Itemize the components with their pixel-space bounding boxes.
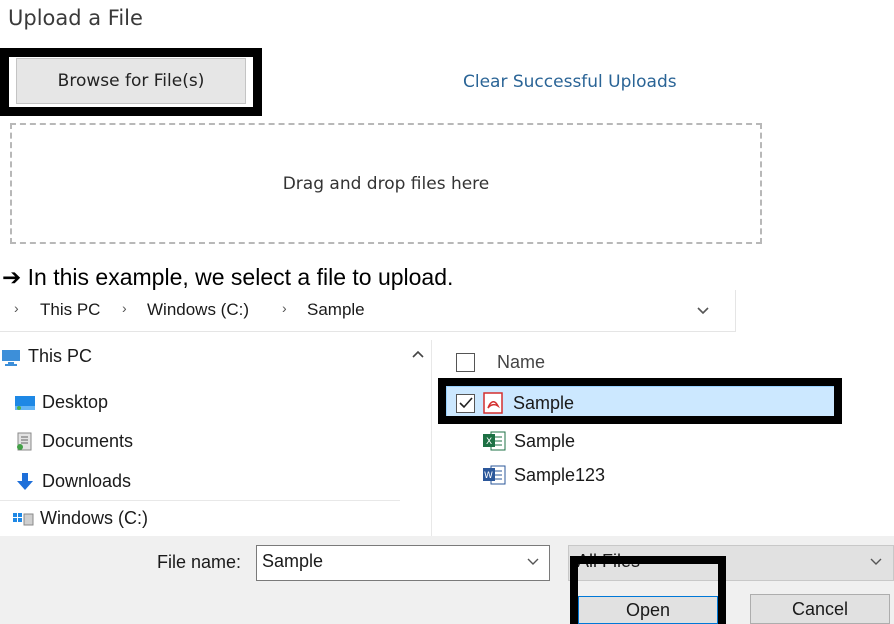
breadcrumb-separator: ›	[14, 300, 19, 316]
dialog-footer: File name: Sample All Files Open Cancel	[0, 536, 894, 624]
downloads-icon	[14, 472, 36, 492]
file-name: Sample	[514, 430, 576, 451]
nav-item-label: This PC	[28, 346, 93, 366]
open-highlight-box	[570, 556, 726, 624]
nav-item-documents[interactable]: Documents	[14, 431, 133, 452]
upload-title: Upload a File	[8, 6, 143, 30]
documents-icon	[14, 432, 36, 452]
nav-item-downloads[interactable]: Downloads	[14, 471, 131, 492]
breadcrumb-sample[interactable]: Sample	[307, 300, 365, 320]
file-row[interactable]: W Sample123	[482, 464, 605, 486]
nav-item-label: Documents	[42, 431, 134, 451]
divider	[0, 500, 400, 501]
word-icon: W	[482, 464, 506, 486]
file-name-label: File name:	[157, 552, 242, 572]
nav-item-windows-c[interactable]: Windows (C:)	[12, 508, 148, 529]
pc-icon	[0, 347, 22, 367]
svg-text:X: X	[486, 437, 492, 447]
nav-item-label: Downloads	[42, 471, 132, 491]
arrow-icon: ➔	[2, 264, 22, 290]
nav-item-desktop[interactable]: Desktop	[14, 392, 108, 413]
address-bar[interactable]: › This PC › Windows (C:) › Sample	[0, 290, 736, 332]
file-name: Sample123	[514, 464, 606, 485]
selected-file-highlight-box	[438, 378, 842, 424]
excel-icon: X	[482, 430, 506, 452]
chevron-down-icon[interactable]	[527, 553, 539, 568]
name-column-header[interactable]: Name	[456, 352, 545, 373]
drop-zone[interactable]: Drag and drop files here	[10, 123, 762, 244]
breadcrumb-separator: ›	[122, 300, 127, 316]
breadcrumb-separator: ›	[282, 300, 287, 316]
file-name-input[interactable]: Sample	[256, 545, 550, 581]
caption-text: In this example, we select a file to upl…	[27, 264, 454, 290]
breadcrumb-this-pc[interactable]: This PC	[40, 300, 100, 320]
navigation-pane: This PC Desktop Documents Downloads Wind…	[0, 340, 432, 536]
column-header-label: Name	[497, 352, 546, 372]
cancel-button[interactable]: Cancel	[750, 594, 890, 624]
drop-zone-text: Drag and drop files here	[282, 173, 490, 194]
caption: ➔ In this example, we select a file to u…	[2, 264, 453, 291]
svg-text:W: W	[484, 471, 493, 481]
chevron-down-icon[interactable]	[696, 302, 710, 318]
file-row[interactable]: X Sample	[482, 430, 575, 452]
nav-item-label: Desktop	[42, 392, 109, 412]
nav-item-label: Windows (C:)	[40, 508, 149, 528]
clear-successful-uploads-link[interactable]: Clear Successful Uploads	[463, 72, 677, 92]
file-list: Name Sample X Sample W Sample123	[440, 340, 894, 536]
select-all-checkbox[interactable]	[456, 353, 475, 372]
nav-item-this-pc[interactable]: This PC	[0, 346, 92, 367]
drive-icon	[12, 509, 34, 529]
browse-highlight-box	[0, 48, 262, 116]
chevron-up-icon[interactable]	[412, 346, 424, 362]
desktop-icon	[14, 393, 36, 413]
breadcrumb-windows-c[interactable]: Windows (C:)	[147, 300, 249, 320]
chevron-down-icon[interactable]	[870, 553, 882, 568]
